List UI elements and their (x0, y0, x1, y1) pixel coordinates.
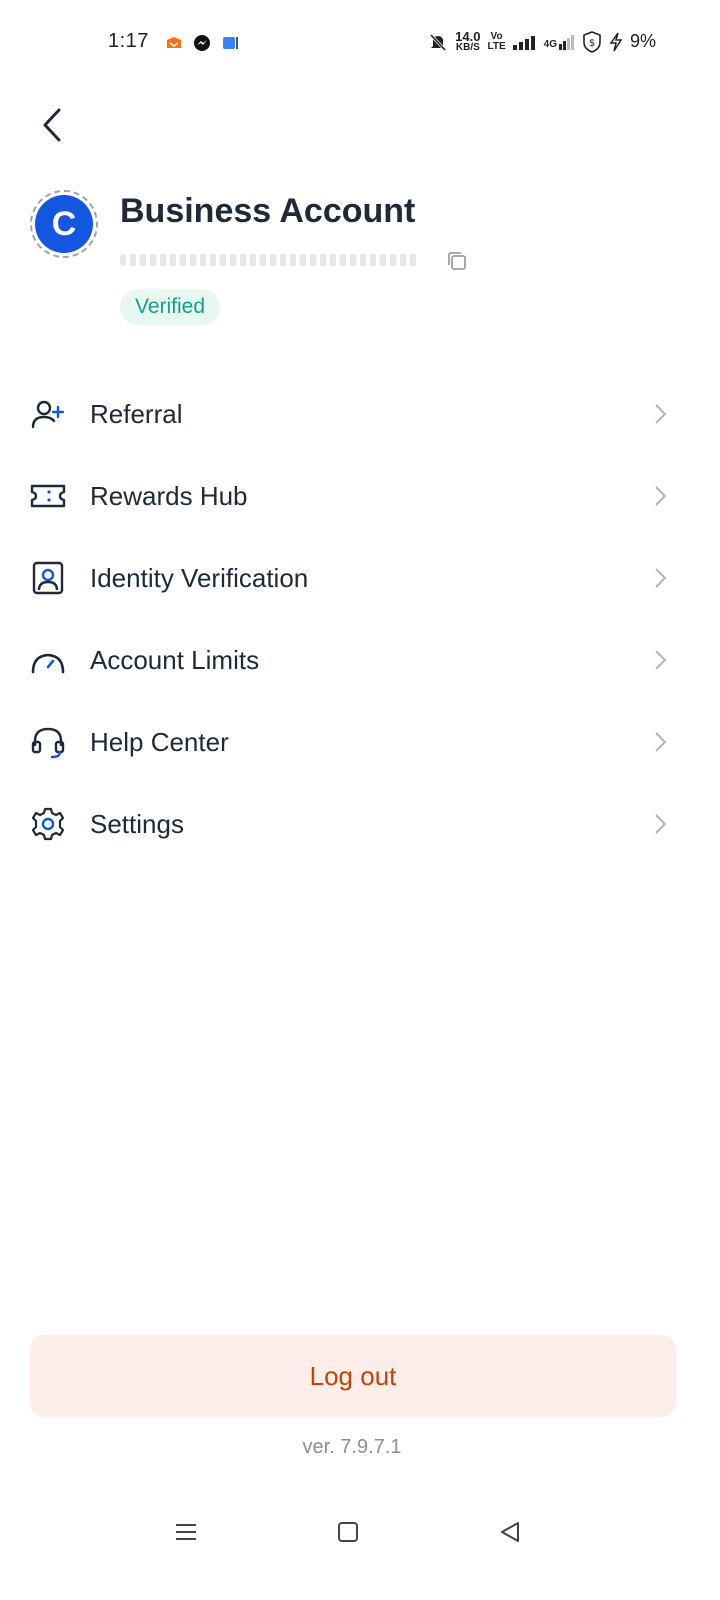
menu-item-rewards-hub[interactable]: Rewards Hub (0, 455, 720, 537)
square-icon (338, 1522, 358, 1542)
battery-percentage: 9% (629, 31, 656, 51)
signal-4g: 4G (544, 34, 575, 50)
menu-label-identity-verification: Identity Verification (90, 562, 309, 593)
messenger-icon (193, 34, 211, 52)
gauge-icon (30, 642, 66, 678)
id-badge-icon (30, 560, 66, 596)
back-button[interactable] (30, 102, 76, 148)
verified-badge: Verified (120, 289, 221, 325)
volte-indicator: Vo LTE (487, 30, 506, 52)
app-notification-icon (165, 34, 183, 52)
copy-icon[interactable] (446, 250, 468, 272)
menu-label-referral: Referral (90, 398, 183, 429)
menu-label-settings: Settings (90, 808, 184, 839)
chevron-right-icon (655, 732, 667, 752)
mute-bell-icon (428, 32, 448, 52)
app-version: ver. 7.9.7.1 (302, 1436, 402, 1458)
add-user-icon (30, 396, 66, 432)
status-indicators: 14.0 KB/S Vo LTE 4G $ 9% (428, 30, 656, 53)
ticket-icon (30, 478, 66, 514)
recent-apps-button[interactable] (172, 1518, 200, 1546)
shield-dollar-icon: $ (582, 30, 602, 53)
chevron-right-icon (655, 486, 667, 506)
chevron-right-icon (655, 650, 667, 670)
home-button[interactable] (334, 1518, 362, 1546)
account-name: Business Account (120, 192, 416, 230)
svg-text:$: $ (589, 38, 595, 49)
headset-icon (30, 724, 66, 760)
triangle-back-icon (501, 1522, 519, 1542)
system-navigation-bar (0, 1500, 720, 1564)
chevron-right-icon (655, 814, 667, 834)
menu-label-rewards-hub: Rewards Hub (90, 480, 248, 511)
menu-lines-icon (176, 1524, 196, 1540)
signal-strength-icon (512, 34, 537, 50)
status-bar: 1:17 14.0 KB/S Vo LTE 4G $ 9% (0, 0, 720, 88)
account-menu: Referral Rewards Hub Identity Verificati… (0, 373, 720, 865)
avatar[interactable]: C (30, 190, 98, 258)
menu-item-account-limits[interactable]: Account Limits (0, 619, 720, 701)
avatar-letter: C (35, 195, 93, 253)
back-nav-button[interactable] (496, 1518, 524, 1546)
account-id-redacted (120, 250, 420, 270)
charging-bolt-icon (609, 32, 623, 52)
menu-item-referral[interactable]: Referral (0, 373, 720, 455)
network-speed-unit: KB/S (455, 42, 480, 53)
status-time: 1:17 (108, 30, 149, 52)
app-square-icon (221, 34, 239, 52)
volte-top: Vo (490, 30, 503, 42)
network-speed: 14.0 KB/S (455, 30, 480, 53)
chevron-right-icon (655, 404, 667, 424)
menu-item-help-center[interactable]: Help Center (0, 701, 720, 783)
redacted-text (120, 254, 420, 266)
gear-icon (30, 806, 66, 842)
logout-button[interactable]: Log out (30, 1335, 676, 1417)
chevron-right-icon (655, 568, 667, 588)
volte-bottom: LTE (487, 40, 506, 52)
chevron-left-icon (43, 108, 61, 142)
notification-icons (165, 34, 239, 52)
menu-item-identity-verification[interactable]: Identity Verification (0, 537, 720, 619)
menu-label-help-center: Help Center (90, 726, 229, 757)
menu-item-settings[interactable]: Settings (0, 783, 720, 865)
signal-4g-label: 4G (543, 38, 557, 50)
menu-label-account-limits: Account Limits (90, 644, 260, 675)
